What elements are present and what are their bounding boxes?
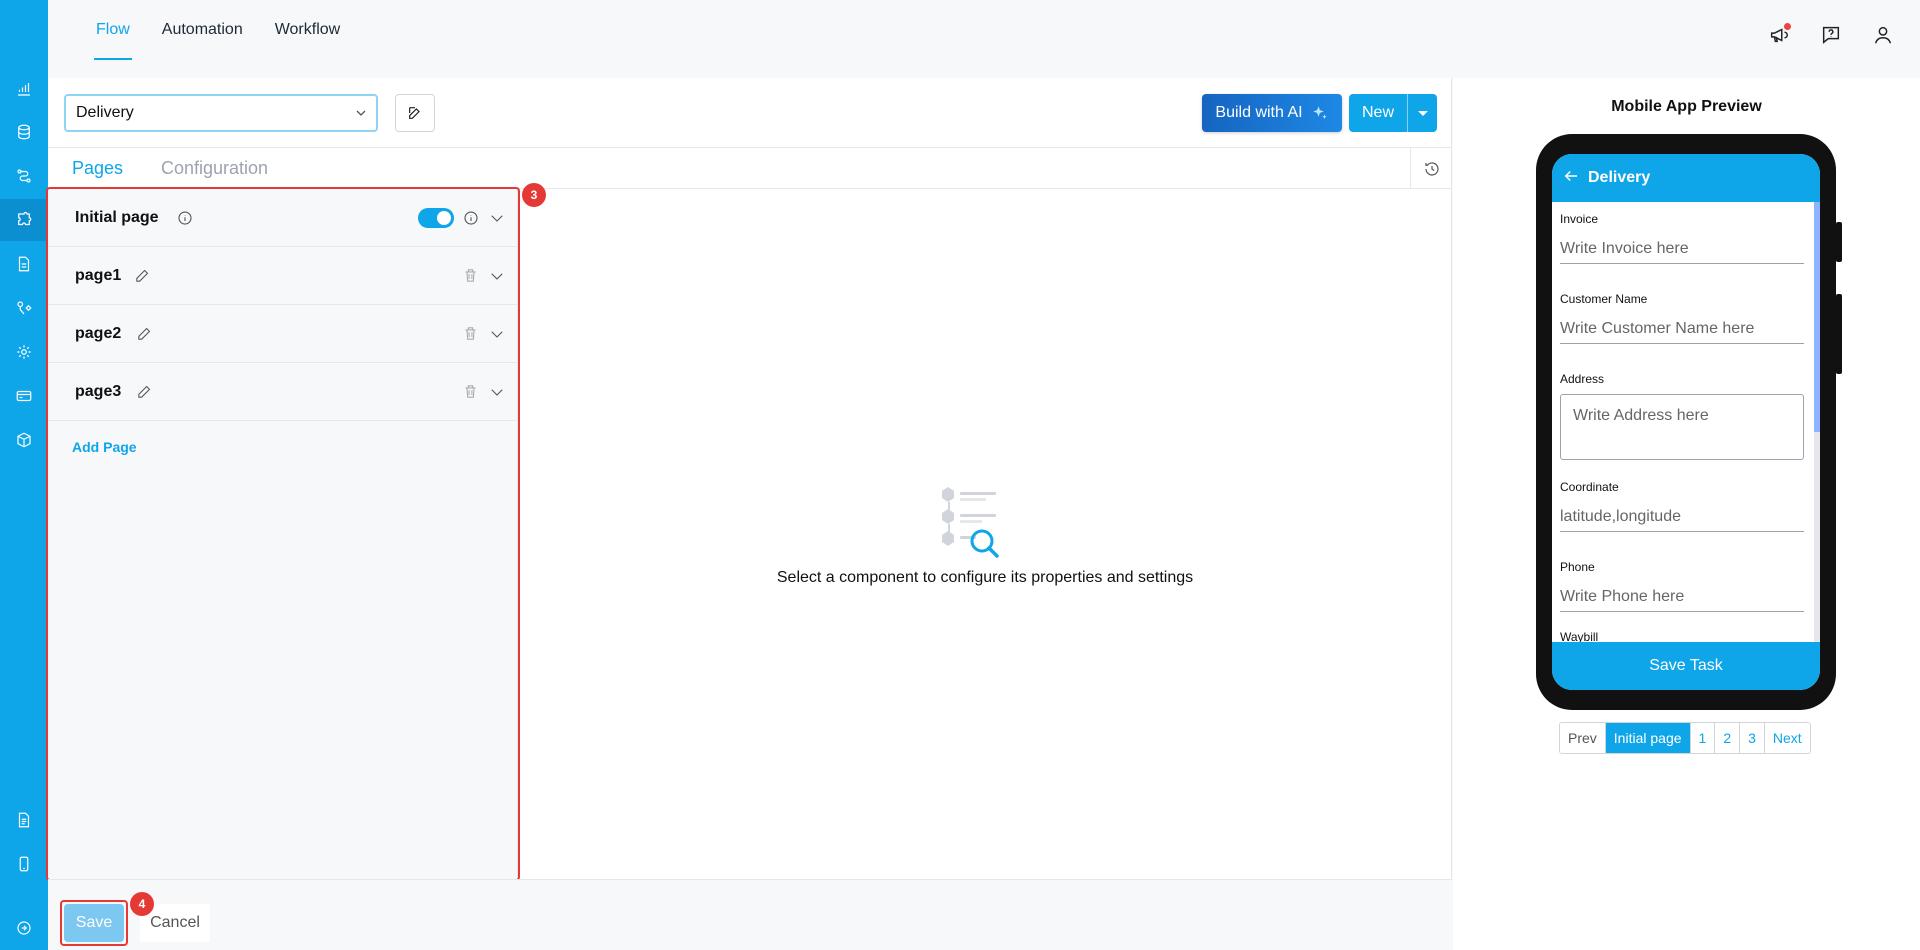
editor-subtabs: Pages Configuration bbox=[48, 148, 1452, 190]
field-label: Phone bbox=[1560, 560, 1595, 574]
address-textarea[interactable]: Write Address here bbox=[1560, 394, 1804, 460]
preview-title: Mobile App Preview bbox=[1611, 98, 1762, 115]
form-field: Customer Name Write Customer Name here bbox=[1560, 292, 1804, 344]
pager-next[interactable]: Next bbox=[1764, 723, 1810, 753]
user-icon[interactable] bbox=[1870, 22, 1896, 48]
flow-editor: Delivery Build with AI New Pages Configu… bbox=[46, 78, 1452, 950]
pager-initial-page[interactable]: Initial page bbox=[1605, 723, 1691, 753]
gear-icon[interactable] bbox=[12, 340, 36, 364]
notification-dot bbox=[1784, 23, 1791, 30]
annotation-pages-box bbox=[46, 187, 520, 881]
pager-prev[interactable]: Prev bbox=[1560, 723, 1606, 753]
screen-header: Delivery bbox=[1552, 154, 1820, 202]
help-icon[interactable] bbox=[1818, 22, 1844, 48]
customer-name-input[interactable]: Write Customer Name here bbox=[1560, 314, 1804, 344]
field-label: Address bbox=[1560, 372, 1605, 386]
edit-icon bbox=[409, 107, 420, 119]
tab-workflow[interactable]: Workflow bbox=[259, 0, 357, 60]
empty-state: Select a component to configure its prop… bbox=[518, 189, 1452, 879]
screen-scrollbar[interactable] bbox=[1814, 202, 1820, 642]
field-label: Waybill bbox=[1560, 630, 1599, 642]
database-icon[interactable] bbox=[12, 120, 36, 144]
flow-select[interactable]: Delivery bbox=[64, 94, 378, 132]
sparkle-icon bbox=[1312, 106, 1327, 119]
phone-side-button bbox=[1836, 222, 1842, 262]
megaphone-icon[interactable] bbox=[1766, 22, 1792, 48]
location-route-icon[interactable] bbox=[12, 296, 36, 320]
box-icon[interactable] bbox=[12, 428, 36, 452]
puzzle-icon[interactable] bbox=[12, 208, 36, 232]
pager-page-2[interactable]: 2 bbox=[1715, 723, 1741, 753]
edit-flow-button[interactable] bbox=[395, 94, 435, 132]
card-icon[interactable] bbox=[12, 384, 36, 408]
build-with-ai-label: Build with AI bbox=[1215, 104, 1303, 121]
left-rail bbox=[0, 0, 48, 950]
collapse-arrow-icon[interactable] bbox=[12, 916, 36, 940]
phone-side-button bbox=[1836, 294, 1842, 374]
tab-configuration[interactable]: Configuration bbox=[161, 148, 268, 189]
save-task-button[interactable]: Save Task bbox=[1552, 642, 1820, 690]
chevron-down-icon bbox=[356, 110, 366, 116]
back-arrow-icon[interactable] bbox=[1562, 167, 1580, 190]
phone-screen: Delivery Invoice Write Invoice here Cust… bbox=[1552, 154, 1820, 690]
annotation-save-box bbox=[60, 900, 128, 946]
phone-frame: Delivery Invoice Write Invoice here Cust… bbox=[1536, 134, 1842, 710]
caret-down-icon bbox=[1417, 110, 1428, 116]
flow-select-value: Delivery bbox=[76, 104, 134, 121]
top-bar: Flow Automation Workflow bbox=[48, 0, 1920, 78]
phone-input[interactable]: Write Phone here bbox=[1560, 582, 1804, 612]
report-icon[interactable] bbox=[12, 808, 36, 832]
analytics-icon[interactable] bbox=[12, 77, 36, 101]
invoice-input[interactable]: Write Invoice here bbox=[1560, 234, 1804, 264]
new-button-label: New bbox=[1361, 104, 1394, 121]
screen-form: Invoice Write Invoice here Customer Name… bbox=[1552, 202, 1820, 642]
field-label: Invoice bbox=[1560, 212, 1599, 226]
mobile-preview-panel: Mobile App Preview Delivery Invoice Writ… bbox=[1453, 78, 1920, 950]
pager-page-1[interactable]: 1 bbox=[1690, 723, 1716, 753]
coordinate-input[interactable]: latitude,longitude bbox=[1560, 502, 1804, 532]
tab-automation[interactable]: Automation bbox=[146, 0, 259, 60]
top-icons bbox=[1766, 22, 1896, 48]
tab-pages[interactable]: Pages bbox=[72, 148, 124, 190]
preview-pager: Prev Initial page 1 2 3 Next bbox=[1559, 722, 1811, 754]
form-field: Phone Write Phone here bbox=[1560, 560, 1804, 612]
history-icon bbox=[1424, 161, 1439, 176]
form-field: Coordinate latitude,longitude bbox=[1560, 480, 1804, 532]
form-field: Invoice Write Invoice here bbox=[1560, 212, 1804, 264]
editor-toolbar: Delivery Build with AI New bbox=[48, 78, 1452, 148]
top-nav: Flow Automation Workflow bbox=[80, 0, 356, 78]
component-search-icon bbox=[942, 487, 999, 558]
screen-title: Delivery bbox=[1588, 169, 1651, 186]
form-field: Waybill bbox=[1560, 630, 1804, 642]
history-button[interactable] bbox=[1410, 148, 1452, 189]
new-button[interactable]: New bbox=[1349, 94, 1437, 132]
new-dropdown-toggle[interactable] bbox=[1407, 94, 1437, 132]
mobile-icon[interactable] bbox=[12, 852, 36, 876]
pager-page-3[interactable]: 3 bbox=[1740, 723, 1765, 753]
empty-state-message: Select a component to configure its prop… bbox=[776, 569, 1194, 586]
form-field: Address Write Address here bbox=[1560, 372, 1804, 460]
tab-flow[interactable]: Flow bbox=[80, 0, 146, 60]
field-label: Coordinate bbox=[1560, 480, 1619, 494]
route-icon[interactable] bbox=[12, 164, 36, 188]
build-with-ai-button[interactable]: Build with AI bbox=[1202, 94, 1342, 132]
document-icon[interactable] bbox=[12, 252, 36, 276]
field-label: Customer Name bbox=[1560, 292, 1648, 306]
annotation-badge-4: 4 bbox=[130, 892, 154, 916]
editor-footer: Save Cancel 4 bbox=[48, 879, 1452, 950]
